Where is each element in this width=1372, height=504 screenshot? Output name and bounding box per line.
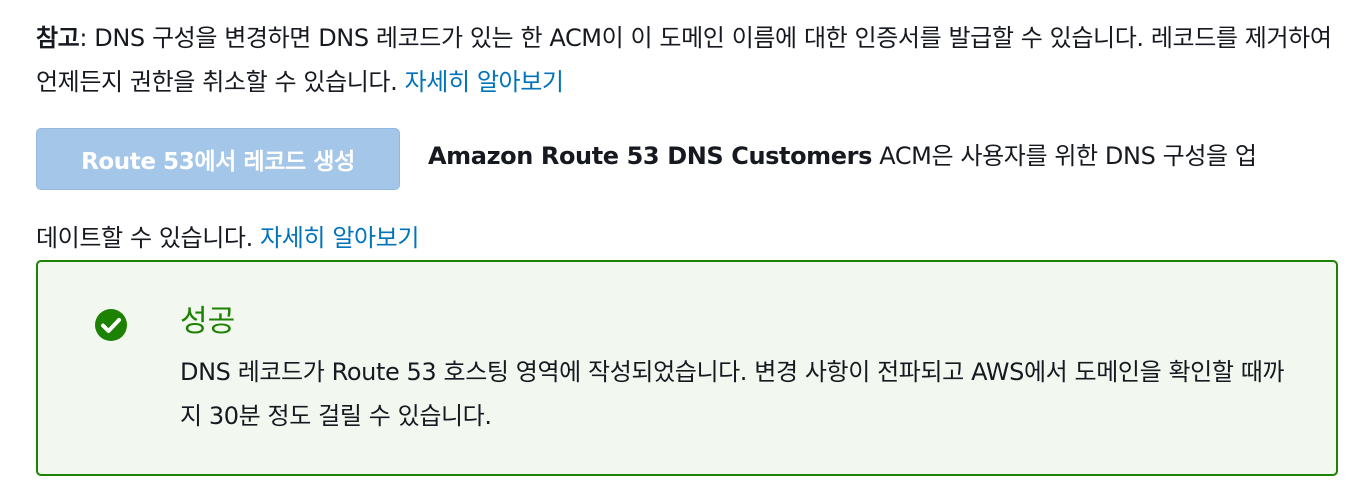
learn-more-link[interactable]: 자세히 알아보기 — [405, 68, 564, 96]
route53-description: Amazon Route 53 DNS Customers ACM은 사용자를 … — [428, 134, 1257, 178]
check-circle-icon — [95, 309, 127, 341]
route53-description-continued: 데이트할 수 있습니다. 자세히 알아보기 — [36, 216, 419, 260]
page: 참고: DNS 구성을 변경하면 DNS 레코드가 있는 한 ACM이 이 도메… — [0, 0, 1372, 504]
note-text: : DNS 구성을 변경하면 DNS 레코드가 있는 한 ACM이 이 도메인 … — [36, 24, 1332, 96]
success-alert: 성공 DNS 레코드가 Route 53 호스팅 영역에 작성되었습니다. 변경… — [36, 260, 1338, 476]
create-route53-records-button[interactable]: Route 53에서 레코드 생성 — [36, 128, 400, 190]
dns-note: 참고: DNS 구성을 변경하면 DNS 레코드가 있는 한 ACM이 이 도메… — [36, 16, 1346, 104]
route53-learn-more-link[interactable]: 자세히 알아보기 — [260, 224, 419, 252]
route53-text-line1: ACM은 사용자를 위한 DNS 구성을 업 — [872, 142, 1257, 170]
route53-customers-label: Amazon Route 53 DNS Customers — [428, 142, 872, 170]
note-label: 참고 — [36, 24, 80, 52]
success-message: DNS 레코드가 Route 53 호스팅 영역에 작성되었습니다. 변경 사항… — [180, 358, 1285, 430]
success-title: 성공 — [180, 304, 236, 339]
route53-text-line2: 데이트할 수 있습니다. — [36, 224, 261, 252]
